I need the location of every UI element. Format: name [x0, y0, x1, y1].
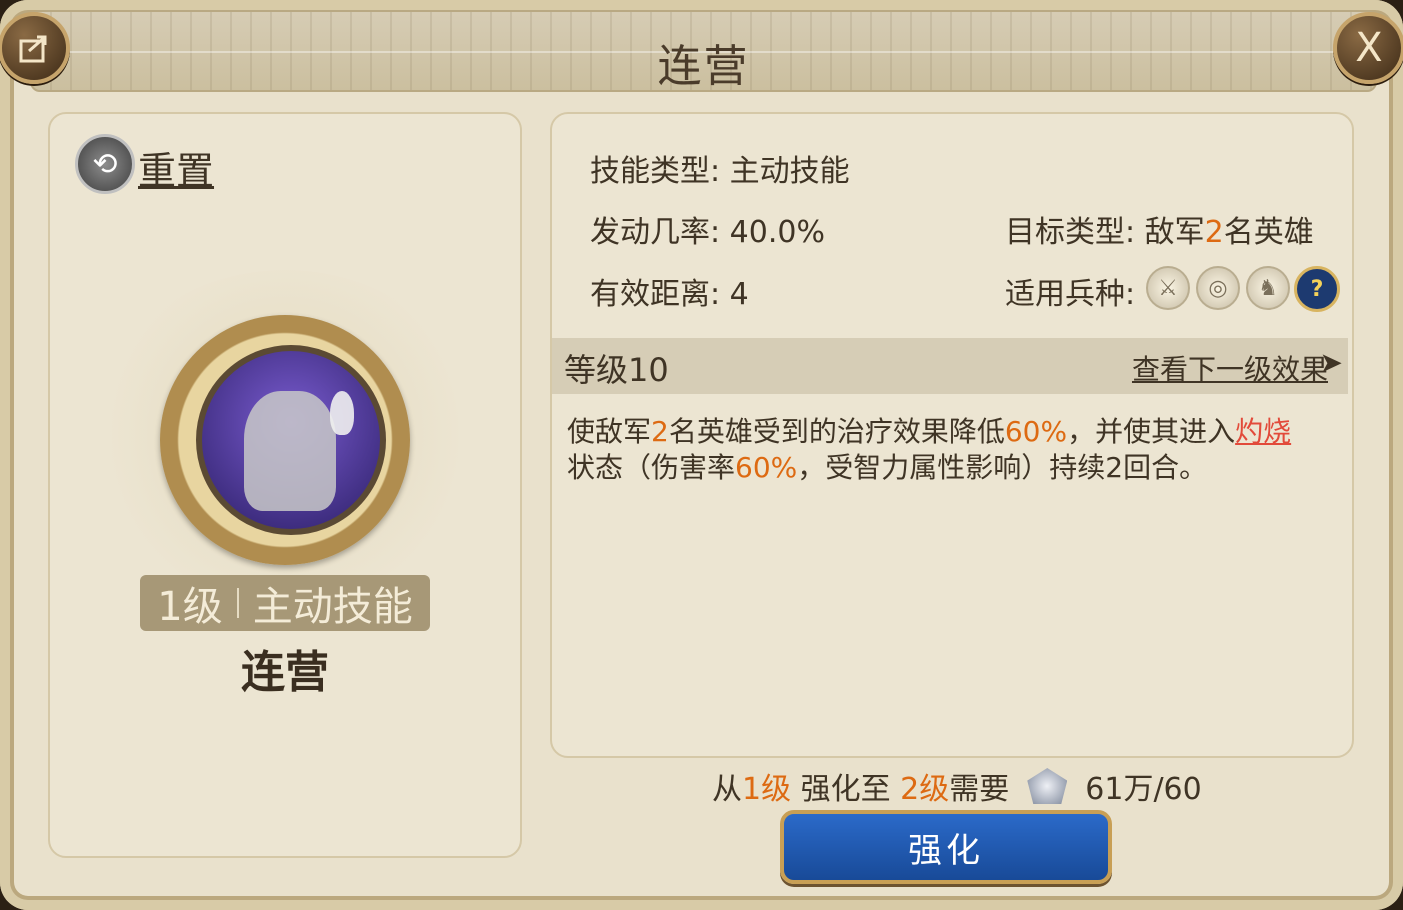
badge-level: 1级	[157, 584, 223, 630]
cost-from: 从	[712, 772, 742, 807]
close-icon: X	[1355, 25, 1383, 71]
title-bar: 连营	[30, 10, 1377, 92]
range-value: 4	[729, 277, 749, 312]
desc-number: 60%	[735, 451, 798, 484]
level-label: 等级10	[564, 351, 669, 389]
cost-to-level: 2级	[900, 772, 950, 807]
desc-text: ，并使其进入	[1067, 415, 1236, 448]
window-title: 连营	[657, 41, 750, 92]
warrior-figure-icon	[244, 391, 336, 511]
trigger-rate-label: 发动几率:	[590, 215, 721, 250]
target-row: 目标类型: 敌军2名英雄	[1005, 207, 1314, 251]
upgrade-cost: 从1级 强化至 2级需要 61万/60	[712, 764, 1202, 808]
reset-button[interactable]: 重置	[138, 140, 214, 195]
reset-icon[interactable]: ⟲	[75, 134, 135, 194]
range-row: 有效距离: 4	[590, 269, 749, 313]
burn-status-link[interactable]: 灼烧	[1235, 415, 1291, 448]
upgrade-button[interactable]: 强化	[780, 810, 1112, 884]
skill-type-value: 主动技能	[729, 154, 850, 189]
horse-icon[interactable]: ♞	[1246, 266, 1290, 310]
target-label: 目标类型:	[1005, 215, 1136, 250]
trigger-rate-value: 40.0%	[729, 215, 825, 250]
cost-from-level: 1级	[742, 772, 792, 807]
sword-icon[interactable]: ⚔	[1146, 266, 1190, 310]
target-count: 2	[1204, 215, 1224, 250]
cost-need: 需要	[949, 772, 1010, 807]
badge-type: 主动技能	[252, 584, 413, 630]
chevron-right-icon[interactable]: ➤	[1320, 346, 1343, 379]
ore-icon	[1027, 768, 1068, 804]
desc-text: 状态（伤害率	[567, 451, 736, 484]
level-type-badge: 1级 主动技能	[140, 575, 430, 631]
flame-icon	[330, 391, 354, 435]
cost-amount: 61万/60	[1085, 772, 1202, 807]
skill-type-row: 技能类型: 主动技能	[590, 146, 850, 190]
desc-text: ，受智力属性影响）持续2回合。	[797, 451, 1208, 484]
range-label: 有效距离:	[590, 277, 721, 312]
target-prefix: 敌军	[1144, 215, 1205, 250]
badge-divider	[236, 588, 239, 618]
skill-type-label: 技能类型:	[590, 154, 721, 189]
skill-window: 连营 X ⟲ 重置 1级 主动技能 连营 技能类型: 主动技能 发动几率: 40…	[0, 0, 1403, 910]
skill-emblem-icon	[160, 315, 410, 565]
cost-mid: 强化至	[791, 772, 901, 807]
close-button[interactable]: X	[1333, 12, 1403, 84]
skill-description: 使敌军2名英雄受到的治疗效果降低60%，并使其进入灼烧 状态（伤害率60%，受智…	[567, 414, 1327, 486]
next-level-link[interactable]: 查看下一级效果	[1132, 348, 1328, 388]
desc-text: 名英雄受到的治疗效果降低	[668, 415, 1005, 448]
desc-number: 2	[651, 415, 669, 448]
target-suffix: 名英雄	[1223, 215, 1314, 250]
skill-art	[196, 345, 386, 535]
unit-type-label: 适用兵种:	[1005, 277, 1136, 312]
share-button[interactable]	[0, 12, 70, 84]
trigger-rate-row: 发动几率: 40.0%	[590, 207, 825, 251]
share-icon	[19, 35, 47, 63]
help-icon[interactable]: ?	[1294, 266, 1340, 312]
target-icon[interactable]: ◎	[1196, 266, 1240, 310]
desc-text: 使敌军	[567, 415, 652, 448]
desc-number: 60%	[1004, 415, 1068, 448]
skill-name: 连营	[241, 647, 329, 698]
